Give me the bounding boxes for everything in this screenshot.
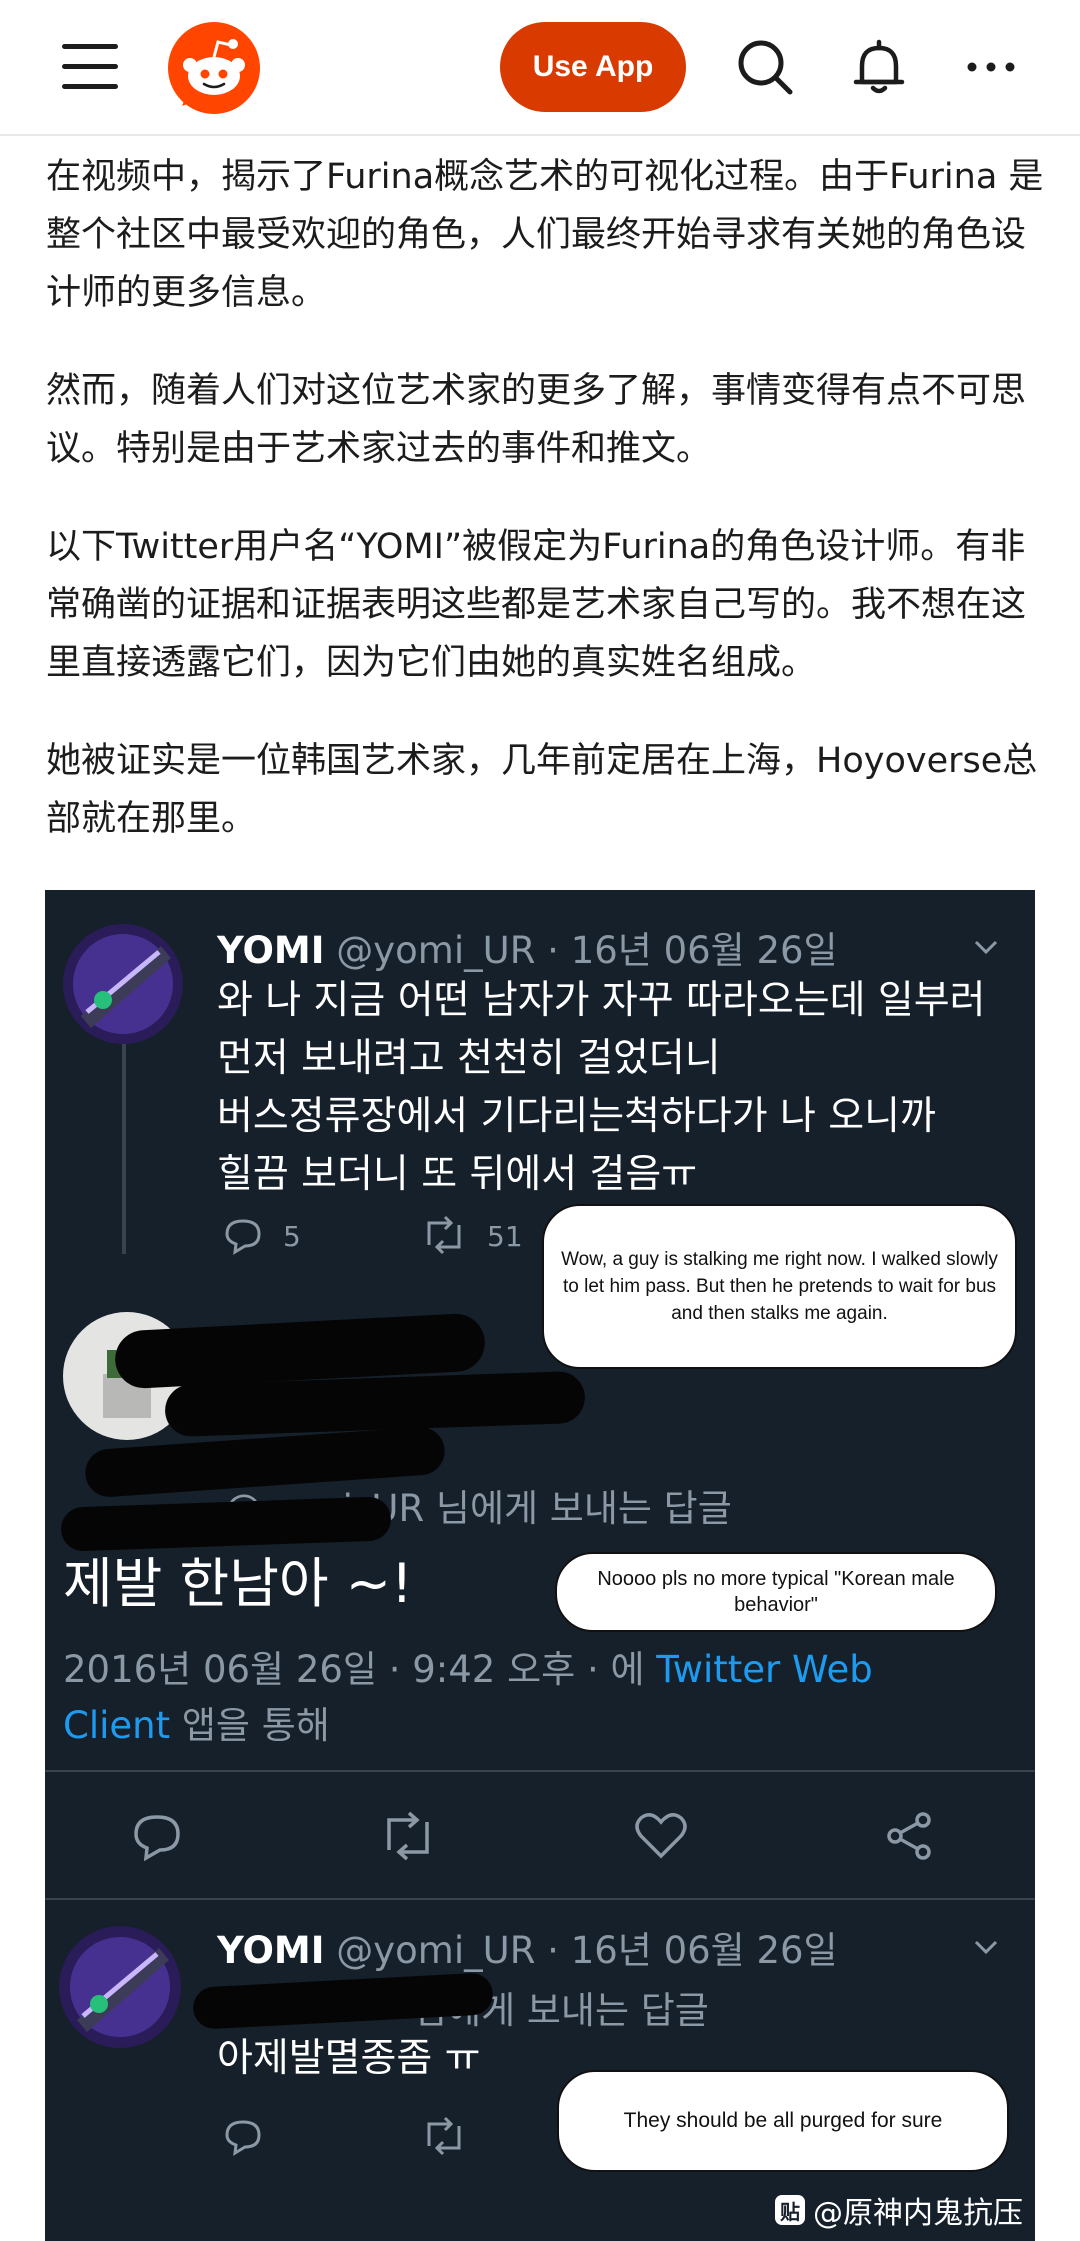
retweet-icon [421, 1215, 467, 1255]
thread-line [122, 1044, 126, 1254]
search-icon[interactable] [728, 30, 802, 104]
post-paragraph: 然而，随着人们对这位艺术家的更多了解，事情变得有点不可思议。特别是由于艺术家过去… [46, 371, 1027, 469]
notification-bell-icon[interactable] [842, 30, 916, 104]
retweet-icon[interactable] [379, 1810, 437, 1862]
post-paragraph: 以下Twitter用户名“YOMI”被假定为Furina的角色设计师。有非常确凿… [46, 527, 1027, 683]
tweet-line: 버스정류장에서 기다리는척하다가 나 오니까 [217, 1094, 936, 1139]
avatar [63, 924, 183, 1044]
reply-count: 5 [283, 1220, 301, 1253]
reply-icon [223, 1215, 263, 1255]
tieba-icon: 贴 [775, 2195, 805, 2225]
share-icon[interactable] [883, 1810, 935, 1862]
chevron-down-icon [973, 1934, 999, 1960]
tweet-line: 먼저 보내려고 천천히 걸었더니 [217, 1036, 721, 1081]
reply-text: 제발 한남아 ~! [63, 1552, 413, 1615]
post-paragraph: 她被证实是一位韩国艺术家，几年前定居在上海，Hoyoverse总部就在那里。 [46, 741, 1038, 839]
use-app-button[interactable]: Use App [500, 22, 686, 112]
tweet-author: YOMI @yomi_UR · 16년 06월 26일 [217, 929, 838, 972]
menu-icon[interactable] [62, 44, 118, 90]
like-heart-icon[interactable] [633, 1810, 689, 1862]
tweet-screenshot-image[interactable]: YOMI @yomi_UR · 16년 06월 26일 와 나 지금 어떤 남자… [45, 890, 1035, 2241]
retweet-icon [421, 2116, 467, 2156]
post-paragraph: 在视频中，揭示了Furina概念艺术的可视化过程。由于Furina 是整个社区中… [46, 157, 1044, 313]
tweet-line: 와 나 지금 어떤 남자가 자꾸 따라오는데 일부러 [217, 978, 986, 1023]
translation-bubble: They should be all purged for sure [557, 2070, 1009, 2172]
tweet-author: YOMI @yomi_UR · 16년 06월 26일 [217, 1929, 838, 1972]
chevron-down-icon [973, 934, 999, 960]
more-options-icon[interactable] [954, 30, 1028, 104]
tweet-text: 아제발멸종좀 ㅠ [217, 2036, 481, 2081]
divider [45, 1770, 1035, 1772]
reply-timestamp: 2016년 06월 26일 · 9:42 오후 · 에 Twitter Web … [63, 1648, 873, 1747]
top-app-bar: Use App [0, 0, 1080, 136]
retweet-count: 51 [487, 1220, 523, 1253]
watermark: 贴 @原神内鬼抗压 [775, 2188, 1023, 2232]
reddit-logo[interactable] [168, 22, 260, 114]
reply-icon[interactable] [131, 1810, 183, 1862]
translation-bubble: Wow, a guy is stalking me right now. I w… [542, 1204, 1017, 1369]
divider [45, 1898, 1035, 1900]
tweet-line: 힐끔 보더니 또 뒤에서 걸음ㅠ [217, 1152, 698, 1197]
avatar [59, 1926, 181, 2048]
reply-icon [223, 2116, 263, 2156]
translation-bubble: Noooo pls no more typical "Korean male b… [555, 1552, 997, 1632]
